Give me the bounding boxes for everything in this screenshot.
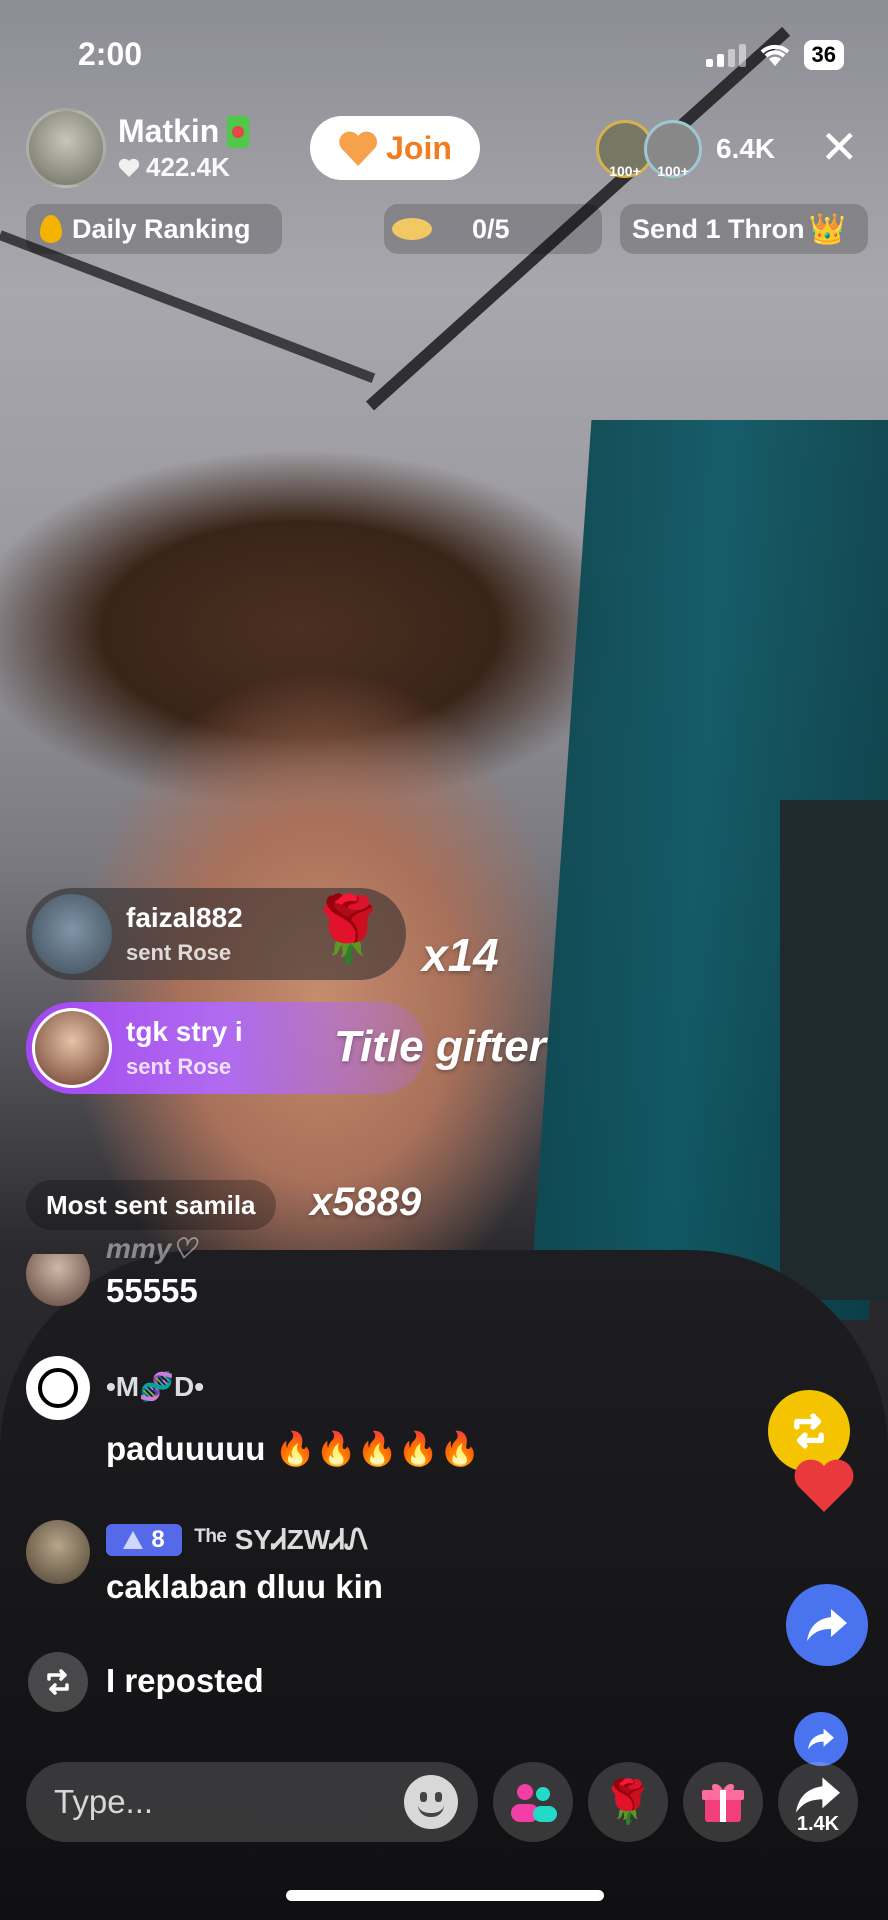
gifter-name: tgk stry i <box>126 1016 243 1047</box>
quest-progress-pill[interactable]: 0/5 <box>384 204 602 254</box>
share-icon <box>808 1728 834 1750</box>
most-sent-pill: Most sent samila <box>26 1180 276 1230</box>
gift-action: sent Rose <box>126 1054 232 1079</box>
share-icon <box>807 1609 847 1641</box>
juice-badge-icon <box>227 115 250 148</box>
emoji-icon[interactable] <box>404 1775 458 1829</box>
rose-icon: 🌹 <box>308 893 388 965</box>
gift-action: sent Rose <box>126 940 232 965</box>
gifter-avatar[interactable] <box>32 894 112 974</box>
repost-icon <box>794 1413 824 1449</box>
gift-button[interactable] <box>683 1762 763 1842</box>
gift-multiplier: x14 <box>422 929 499 981</box>
crown-icon: 👑 <box>808 212 846 246</box>
join-button[interactable]: Join <box>310 116 480 180</box>
planet-icon <box>392 218 432 240</box>
window-background <box>780 800 888 1300</box>
most-sent-label: Most sent samila <box>46 1189 256 1220</box>
most-sent-multiplier: x5889 <box>310 1180 422 1224</box>
chat-message: paduuuuu 🔥🔥🔥🔥🔥 <box>106 1430 481 1467</box>
comment-placeholder: Type... <box>54 1783 154 1820</box>
repost-icon <box>28 1652 88 1712</box>
share-icon <box>796 1777 840 1813</box>
chat-avatar[interactable] <box>26 1356 90 1420</box>
status-icons: 36 <box>705 40 844 70</box>
gifter-avatar[interactable] <box>32 1008 112 1088</box>
send-throne-label: Send 1 Thron <box>632 213 805 244</box>
heart-plus-icon <box>338 130 378 166</box>
daily-ranking-pill[interactable]: Daily Ranking <box>26 204 282 254</box>
signal-icon <box>705 43 746 67</box>
battery-indicator: 36 <box>803 40 844 70</box>
wifi-icon <box>760 44 789 66</box>
daily-ranking-label: Daily Ranking <box>72 213 251 244</box>
host-info[interactable]: Matkin 422.4K <box>26 106 326 190</box>
viewer-count: 6.4K <box>716 133 776 164</box>
chat-message: 55555 <box>106 1272 198 1309</box>
chat-username[interactable]: mmy♡ <box>106 1232 196 1265</box>
close-icon[interactable]: ✕ <box>820 124 859 170</box>
viewer-rank-badge: 100+ <box>657 163 689 179</box>
host-name: Matkin <box>118 113 220 149</box>
host-likes: 422.4K <box>146 152 230 182</box>
comment-input[interactable]: Type... <box>26 1762 478 1842</box>
people-icon <box>511 1784 557 1822</box>
share-count: 1.4K <box>796 1813 840 1835</box>
send-throne-pill[interactable]: Send 1 Thron 👑 <box>620 204 868 254</box>
join-label: Join <box>386 129 452 166</box>
heart-icon <box>118 158 140 177</box>
viewer-avatar[interactable]: 100+ <box>644 120 702 179</box>
share-button[interactable] <box>786 1584 868 1666</box>
status-time: 2:00 <box>78 36 143 72</box>
quest-progress: 0/5 <box>472 213 510 244</box>
live-stream-screen: 2:00 36 Matkin 422.4K Join 100+ 100+ 6.4… <box>0 0 888 1920</box>
top-viewers[interactable]: 100+ 100+ 6.4K <box>596 120 776 179</box>
chat-username[interactable]: •M🧬D• <box>106 1370 204 1403</box>
share-small-button[interactable] <box>794 1712 848 1766</box>
level-number: 8 <box>151 1526 165 1553</box>
rose-icon: 🌹 <box>601 1777 655 1825</box>
floating-heart-icon <box>794 1459 854 1512</box>
gift-icon <box>702 1783 744 1822</box>
gifter-name: faizal882 <box>126 902 243 933</box>
logo-icon <box>38 1368 78 1408</box>
chat-username[interactable]: ᵀʰᵉ SYᏗZWᏗᏁ <box>194 1524 368 1557</box>
flame-icon <box>40 215 62 243</box>
chat-avatar[interactable] <box>26 1254 90 1306</box>
level-badge: 8 <box>106 1524 182 1556</box>
rose-gift-button[interactable]: 🌹 <box>588 1762 668 1842</box>
gifter-title: Title gifter <box>334 1022 546 1071</box>
home-indicator[interactable] <box>286 1890 604 1901</box>
repost-message: I reposted <box>106 1662 264 1699</box>
viewer-rank-badge: 100+ <box>609 163 641 179</box>
chat-avatar[interactable] <box>26 1520 90 1584</box>
share-count-button[interactable]: 1.4K <box>778 1762 858 1842</box>
host-avatar[interactable] <box>26 108 106 188</box>
people-button[interactable] <box>493 1762 573 1842</box>
level-triangle-icon <box>123 1531 144 1549</box>
bottom-bar: Type... 🌹 1.4K <box>26 1760 858 1844</box>
chat-message: caklaban dluu kin <box>106 1568 383 1605</box>
gift-notification[interactable]: faizal882 sent Rose 🌹 <box>26 888 406 980</box>
